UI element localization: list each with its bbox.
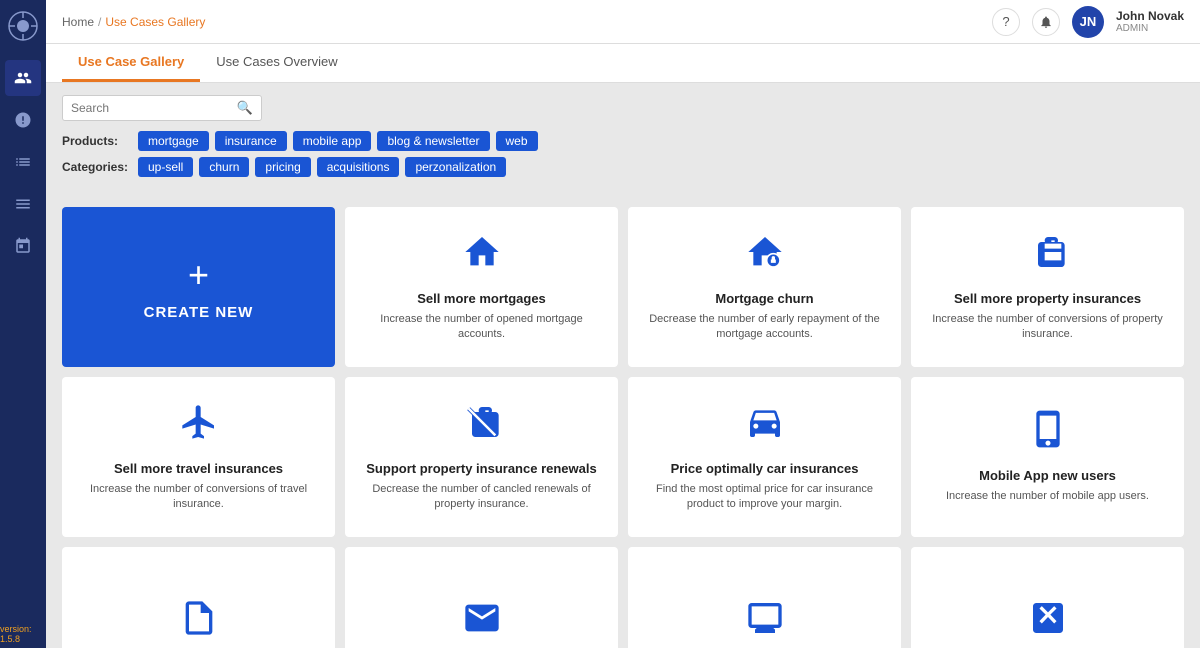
sidebar: version: 1.5.8 [0,0,46,648]
card-title: Sell more travel insurances [114,461,283,476]
card-mortgage-churn[interactable]: Mortgage churn Decrease the number of ea… [628,207,901,367]
card-title: Sell more property insurances [954,291,1141,306]
card-title: Support property insurance renewals [366,461,596,476]
sidebar-item-alerts[interactable] [5,102,41,138]
search-box[interactable]: 🔍 [62,95,262,121]
avatar[interactable]: JN [1072,6,1104,38]
close-box-icon [1028,598,1068,647]
filter-mortgage[interactable]: mortgage [138,131,209,151]
categories-label: Categories: [62,160,132,174]
plus-icon: + [188,254,209,296]
breadcrumb: Home / Use Cases Gallery [62,15,992,29]
card-desc: Find the most optimal price for car insu… [644,482,885,513]
help-button[interactable]: ? [992,8,1020,36]
card-title: Sell more mortgages [417,291,546,306]
user-info: John Novak ADMIN [1116,9,1184,34]
card-row3-1[interactable] [62,547,335,648]
card-row3-3[interactable] [628,547,901,648]
card-title: Mortgage churn [715,291,813,306]
card-desc: Decrease the number of early repayment o… [644,312,885,343]
card-property-insurances[interactable]: Sell more property insurances Increase t… [911,207,1184,367]
filter-up-sell[interactable]: up-sell [138,157,193,177]
sidebar-item-users[interactable] [5,60,41,96]
filter-insurance[interactable]: insurance [215,131,287,151]
breadcrumb-current: Use Cases Gallery [105,15,205,29]
breadcrumb-home[interactable]: Home [62,15,94,29]
email-icon [462,598,502,647]
sidebar-version: version: 1.5.8 [0,624,46,644]
card-desc: Increase the number of conversions of pr… [927,312,1168,343]
card-travel-insurances[interactable]: Sell more travel insurances Increase the… [62,377,335,537]
content-area: + CREATE NEW Sell more mortgages Increas… [46,195,1200,648]
user-name: John Novak [1116,9,1184,23]
cards-grid: + CREATE NEW Sell more mortgages Increas… [62,207,1184,648]
tab-gallery[interactable]: Use Case Gallery [62,44,200,82]
notification-button[interactable] [1032,8,1060,36]
airplane-icon [179,402,219,451]
tab-overview[interactable]: Use Cases Overview [200,44,353,82]
card-title: Price optimally car insurances [671,461,859,476]
house-lock-icon [745,232,785,281]
categories-filter-row: Categories: up-sell churn pricing acquis… [62,157,1184,177]
sidebar-logo[interactable] [5,8,41,44]
card-title: Mobile App new users [979,468,1116,483]
card-row3-4[interactable] [911,547,1184,648]
card-car-insurances[interactable]: Price optimally car insurances Find the … [628,377,901,537]
filter-mobile-app[interactable]: mobile app [293,131,372,151]
topbar: Home / Use Cases Gallery ? JN John Novak… [46,0,1200,44]
help-icon: ? [1002,14,1009,29]
document-icon [179,598,219,647]
card-sell-mortgages[interactable]: Sell more mortgages Increase the number … [345,207,618,367]
card-property-renewals[interactable]: Support property insurance renewals Decr… [345,377,618,537]
search-input[interactable] [71,101,237,115]
filter-blog-newsletter[interactable]: blog & newsletter [377,131,489,151]
sidebar-item-list[interactable] [5,186,41,222]
user-role: ADMIN [1116,23,1148,34]
monitor-icon [745,598,785,647]
main-wrapper: Home / Use Cases Gallery ? JN John Novak… [46,0,1200,648]
sidebar-item-calendar[interactable] [5,228,41,264]
breadcrumb-separator: / [98,15,101,29]
mobile-icon [1028,409,1068,458]
sidebar-item-analytics[interactable] [5,144,41,180]
card-row3-2[interactable] [345,547,618,648]
car-icon [745,402,785,451]
subnav: Use Case Gallery Use Cases Overview [46,44,1200,83]
card-mobile-app[interactable]: Mobile App new users Increase the number… [911,377,1184,537]
create-new-card[interactable]: + CREATE NEW [62,207,335,367]
products-filter-row: Products: mortgage insurance mobile app … [62,131,1184,151]
create-new-label: CREATE NEW [144,304,254,321]
filter-pricing[interactable]: pricing [255,157,310,177]
search-icon: 🔍 [237,100,253,116]
card-desc: Increase the number of conversions of tr… [78,482,319,513]
filter-perzonalization[interactable]: perzonalization [405,157,506,177]
card-desc: Increase the number of opened mortgage a… [361,312,602,343]
filter-web[interactable]: web [496,131,538,151]
filter-acquisitions[interactable]: acquisitions [317,157,400,177]
card-desc: Decrease the number of cancled renewals … [361,482,602,513]
filter-churn[interactable]: churn [199,157,249,177]
products-label: Products: [62,134,132,148]
card-desc: Increase the number of mobile app users. [946,489,1149,504]
luggage-icon [1028,232,1068,281]
topbar-actions: ? JN John Novak ADMIN [992,6,1184,38]
no-luggage-icon [462,402,502,451]
avatar-initials: JN [1080,14,1097,29]
filterbar: 🔍 Products: mortgage insurance mobile ap… [46,83,1200,195]
house-icon [462,232,502,281]
